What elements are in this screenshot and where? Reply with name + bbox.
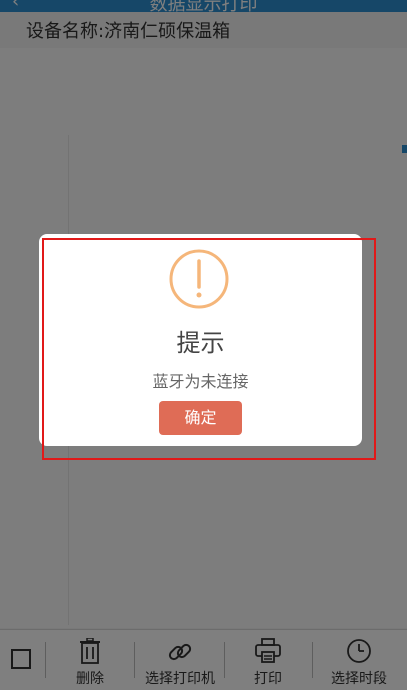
highlight-box xyxy=(42,238,376,460)
